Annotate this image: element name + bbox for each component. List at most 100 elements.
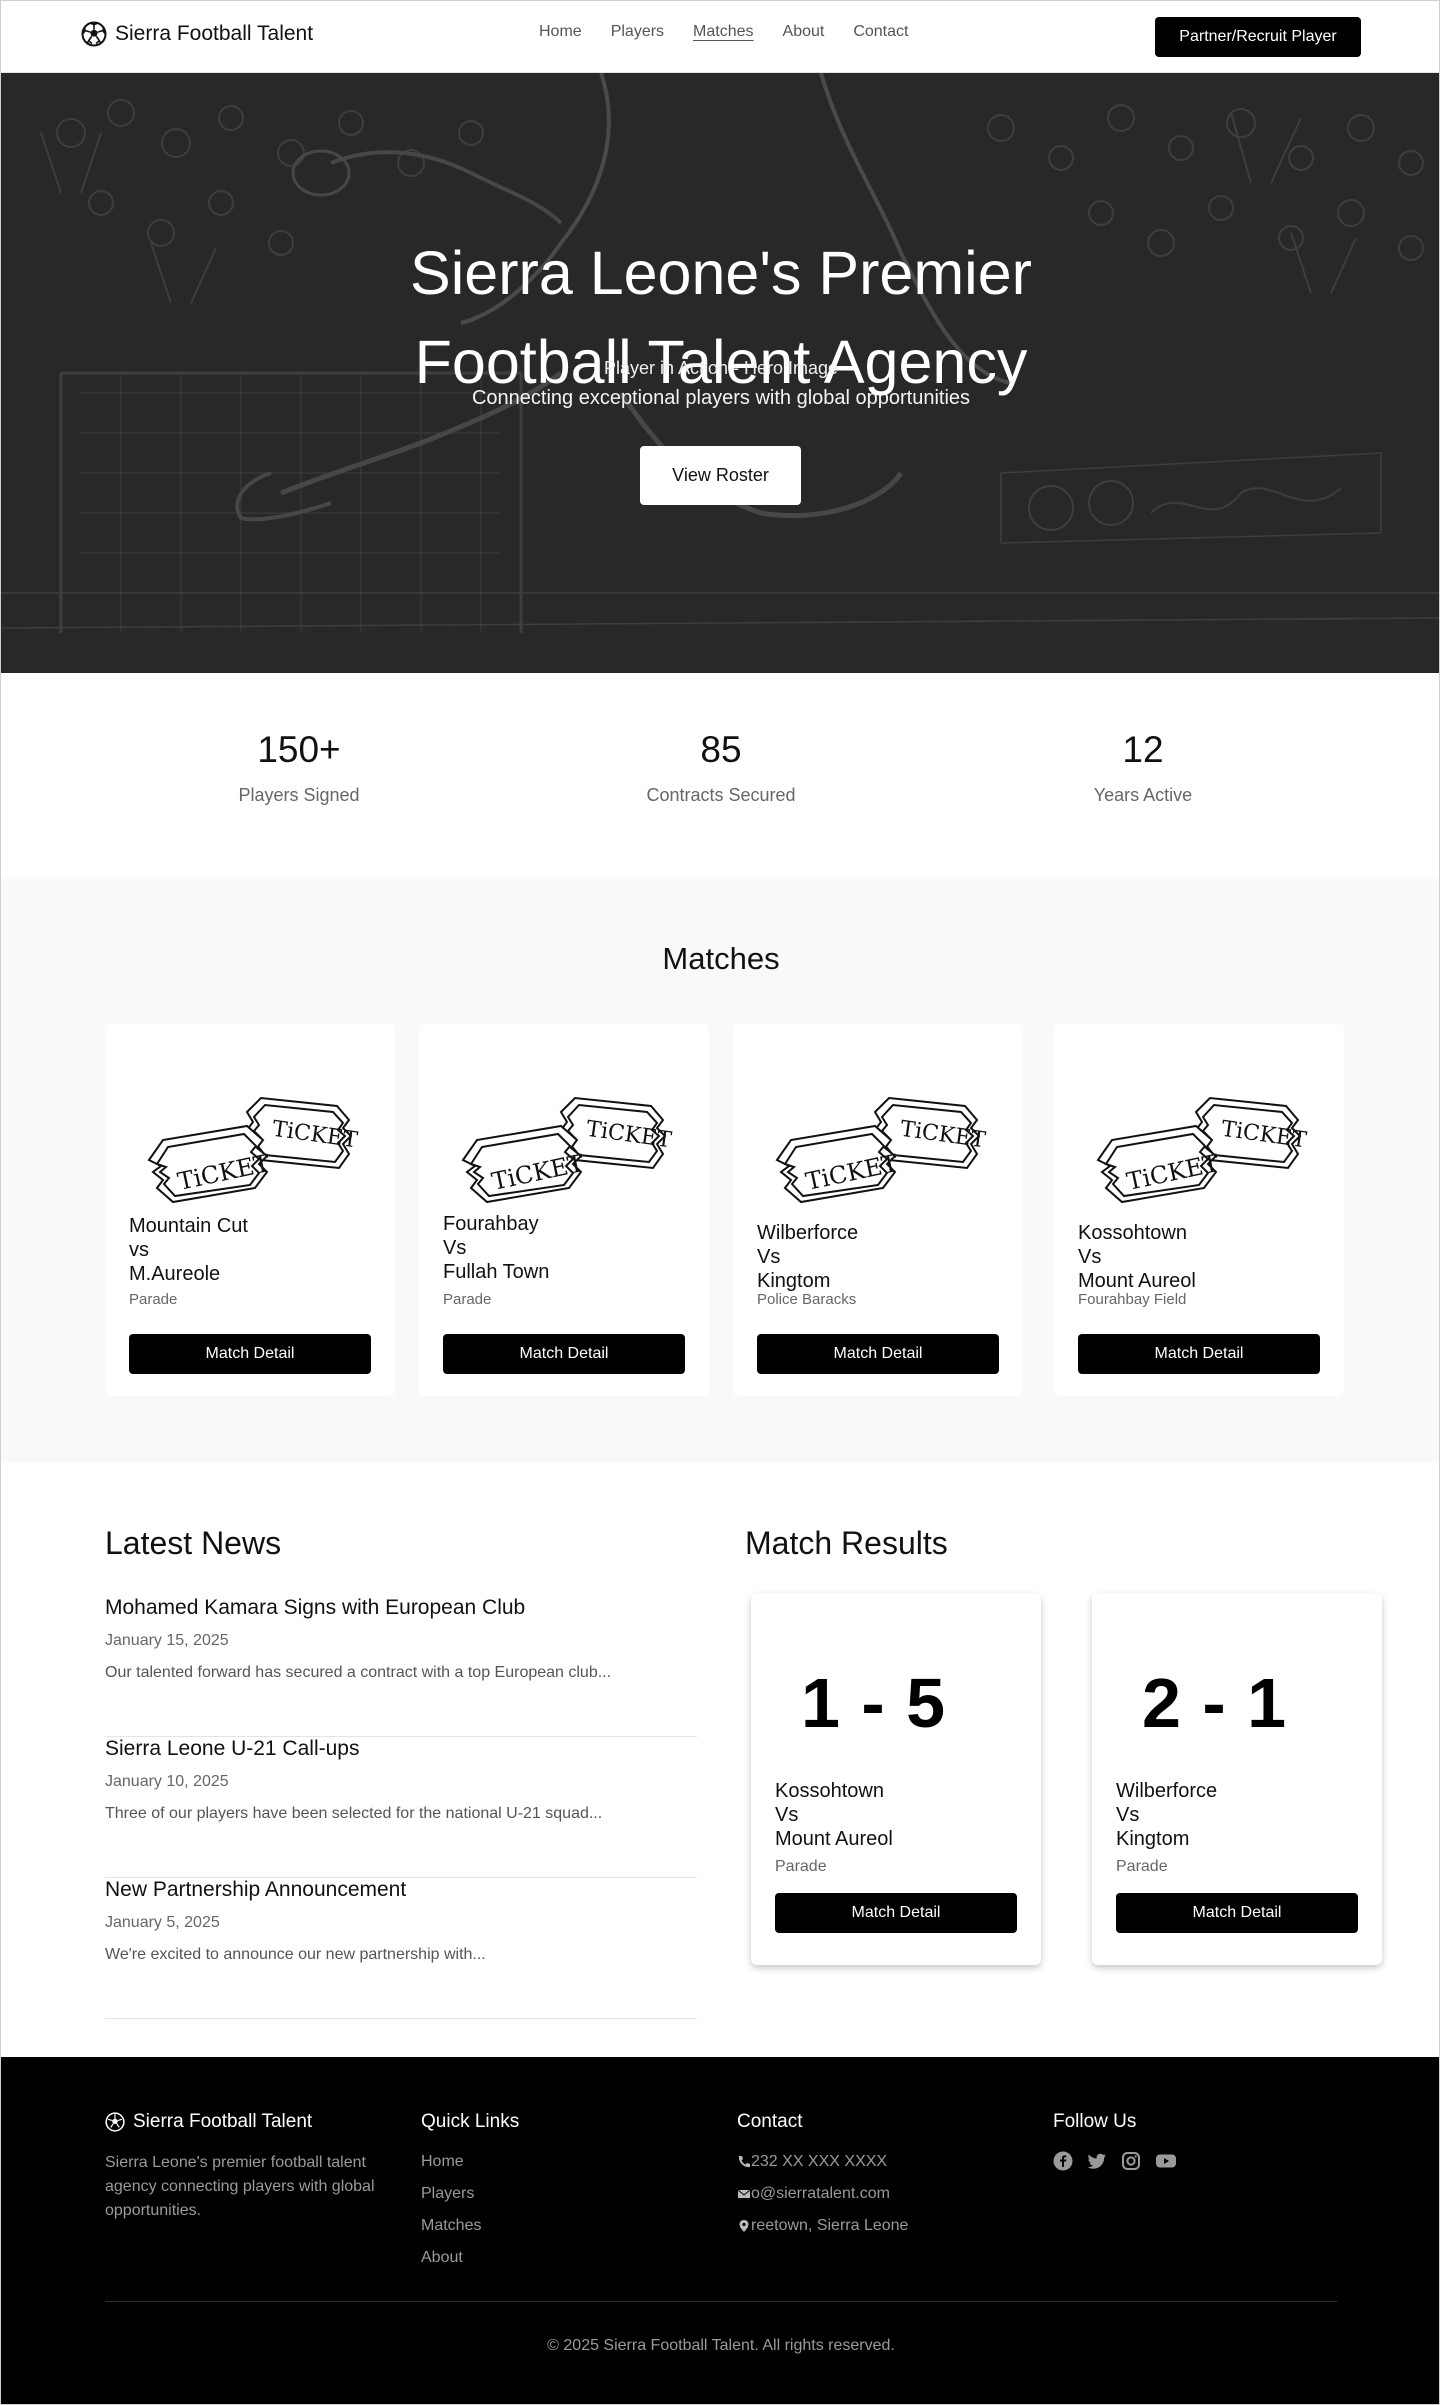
footer-link-about[interactable]: About	[421, 2249, 519, 2267]
news-excerpt: Three of our players have been selected …	[105, 1805, 603, 1822]
soccer-ball-icon	[81, 21, 107, 47]
match-score: 2 - 1	[1142, 1664, 1288, 1742]
match-detail-button[interactable]: Match Detail	[775, 1893, 1017, 1933]
contact-address: reetown, Sierra Leone	[737, 2217, 908, 2235]
versus-label: Vs	[443, 1237, 467, 1259]
matches-section: Matches TiCKET TiCKET Mountain Cut vs M.…	[1, 879, 1439, 1463]
match-detail-button[interactable]: Match Detail	[443, 1334, 685, 1374]
view-roster-button[interactable]: View Roster	[640, 446, 801, 505]
match-card: TiCKET TiCKET Kossohtown Vs Mount Aureol…	[1054, 1024, 1344, 1396]
news-date: January 10, 2025	[105, 1773, 229, 1790]
top-navbar: Sierra Football Talent Home Players Matc…	[1, 1, 1439, 73]
match-venue: Police Baracks	[757, 1291, 857, 1308]
instagram-icon[interactable]	[1121, 2151, 1141, 2171]
match-teams: Kossohtown Vs Mount Aureol	[1078, 1221, 1196, 1293]
match-detail-button[interactable]: Match Detail	[757, 1334, 999, 1374]
quick-links-title: Quick Links	[421, 2111, 520, 2132]
match-detail-button[interactable]: Match Detail	[1116, 1893, 1358, 1933]
ticket-icon: TiCKET TiCKET	[461, 1096, 673, 1204]
envelope-icon	[737, 2189, 751, 2198]
match-venue: Parade	[443, 1291, 492, 1308]
news-excerpt: Our talented forward has secured a contr…	[105, 1664, 612, 1681]
away-team: Fullah Town	[443, 1261, 550, 1283]
location-pin-icon	[739, 2220, 749, 2232]
result-teams: Kossohtown Vs Mount Aureol	[775, 1779, 893, 1851]
home-team: Mountain Cut	[129, 1215, 248, 1237]
versus-label: Vs	[775, 1804, 799, 1826]
match-teams: Mountain Cut vs M.Aureole	[129, 1214, 248, 1286]
match-card: TiCKET TiCKET Mountain Cut vs M.Aureole …	[105, 1024, 395, 1396]
stat-value: 85	[700, 729, 742, 770]
home-team: Kossohtown	[775, 1780, 884, 1802]
result-venue: Parade	[775, 1858, 827, 1875]
away-team: Kingtom	[757, 1270, 831, 1292]
away-team: Kingtom	[1116, 1828, 1190, 1850]
footer-about-column: Sierra Football Talent Sierra Leone's pr…	[105, 2111, 395, 2223]
latest-news-title: Latest News	[105, 1525, 282, 1561]
news-date: January 5, 2025	[105, 1914, 220, 1931]
versus-label: Vs	[757, 1246, 781, 1268]
facebook-icon[interactable]	[1053, 2151, 1073, 2171]
hero-title-line-1: Sierra Leone's Premier	[410, 239, 1032, 307]
match-venue: Fourahbay Field	[1078, 1291, 1187, 1308]
contact-list: 232 XX XXX XXXX o@sierratalent.com reeto…	[737, 2153, 908, 2235]
nav-link-players[interactable]: Players	[611, 23, 664, 41]
home-team: Wilberforce	[757, 1222, 859, 1244]
hero-image-alt-text: Player in Action - Hero Image	[603, 358, 839, 378]
contact-phone: 232 XX XXX XXXX	[737, 2153, 908, 2171]
news-item[interactable]: New Partnership Announcement January 5, …	[105, 1878, 697, 2019]
social-icons	[1053, 2151, 1177, 2171]
youtube-icon[interactable]	[1155, 2151, 1177, 2171]
footer-about-text: Sierra Leone's premier football talent a…	[105, 2154, 375, 2219]
footer-quick-links-column: Quick Links Home Players Matches About	[421, 2111, 519, 2267]
brand-logo[interactable]: Sierra Football Talent	[81, 21, 313, 47]
ticket-icon: TiCKET TiCKET	[147, 1096, 359, 1204]
twitter-icon[interactable]	[1087, 2151, 1107, 2171]
match-card: TiCKET TiCKET Wilberforce Vs Kingtom Pol…	[733, 1024, 1023, 1396]
match-detail-button[interactable]: Match Detail	[1078, 1334, 1320, 1374]
stat-label: Years Active	[1093, 785, 1193, 805]
nav-link-about[interactable]: About	[783, 23, 825, 41]
home-team: Fourahbay	[443, 1213, 539, 1235]
footer-contact-column: Contact 232 XX XXX XXXX o@sierratalent.c…	[737, 2111, 908, 2235]
nav-link-home[interactable]: Home	[539, 23, 582, 41]
copyright-text: © 2025 Sierra Football Talent. All right…	[547, 2337, 895, 2354]
versus-label: Vs	[1078, 1246, 1102, 1268]
footer-link-matches[interactable]: Matches	[421, 2217, 519, 2235]
stat-value: 150+	[257, 729, 341, 770]
news-headline[interactable]: Sierra Leone U-21 Call-ups	[105, 1737, 359, 1761]
matches-title: Matches	[662, 941, 780, 976]
phone-icon	[738, 2156, 750, 2168]
footer-link-home[interactable]: Home	[421, 2153, 519, 2171]
news-item[interactable]: Mohamed Kamara Signs with European Club …	[105, 1596, 697, 1737]
news-headline[interactable]: Mohamed Kamara Signs with European Club	[105, 1596, 525, 1620]
news-results-section: Latest News Mohamed Kamara Signs with Eu…	[1, 1463, 1439, 2057]
footer: Sierra Football Talent Sierra Leone's pr…	[1, 2057, 1439, 2404]
footer-link-players[interactable]: Players	[421, 2185, 519, 2203]
footer-brand-name: Sierra Football Talent	[133, 2111, 313, 2132]
news-headline[interactable]: New Partnership Announcement	[105, 1878, 406, 1902]
result-teams: Wilberforce Vs Kingtom	[1116, 1779, 1217, 1851]
news-date: January 15, 2025	[105, 1632, 229, 1649]
stat-players-signed: 150+ Players Signed	[149, 729, 449, 806]
partner-recruit-button[interactable]: Partner/Recruit Player	[1155, 17, 1361, 57]
hero-section: Sierra Leone's Premier Football Talent A…	[1, 73, 1439, 673]
soccer-ball-icon	[105, 2112, 125, 2132]
nav-link-contact[interactable]: Contact	[853, 23, 908, 41]
match-detail-button[interactable]: Match Detail	[129, 1334, 371, 1374]
contact-title: Contact	[737, 2111, 803, 2132]
news-item[interactable]: Sierra Leone U-21 Call-ups January 10, 2…	[105, 1737, 697, 1878]
match-score: 1 - 5	[801, 1664, 947, 1742]
contact-email[interactable]: o@sierratalent.com	[737, 2185, 908, 2203]
away-team: Mount Aureol	[1078, 1270, 1196, 1292]
stats-section: 150+ Players Signed 85 Contracts Secured…	[1, 673, 1439, 879]
stat-label: Players Signed	[238, 785, 360, 805]
quick-links-list: Home Players Matches About	[421, 2153, 519, 2267]
match-venue: Parade	[129, 1291, 178, 1308]
stat-contracts-secured: 85 Contracts Secured	[571, 729, 871, 806]
stat-value: 12	[1122, 729, 1164, 770]
away-team: Mount Aureol	[775, 1828, 893, 1850]
nav-link-matches[interactable]: Matches	[693, 23, 753, 41]
home-team: Kossohtown	[1078, 1222, 1187, 1244]
away-team: M.Aureole	[129, 1263, 221, 1285]
